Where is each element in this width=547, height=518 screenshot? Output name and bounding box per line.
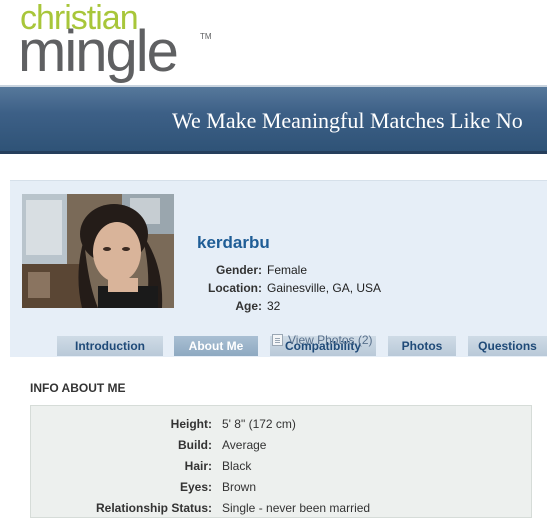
fact-value: Female — [267, 263, 308, 277]
tab-introduction[interactable]: Introduction — [57, 336, 163, 356]
info-label: Relationship Status: — [95, 501, 212, 515]
profile-facts: Gender: Female Location: Gainesville, GA… — [180, 261, 381, 315]
info-label: Height: — [170, 417, 212, 431]
info-about-me-panel: Height: 5' 8" (172 cm) Build: Average Ha… — [30, 405, 532, 518]
tab-questions[interactable]: Questions — [468, 336, 547, 356]
document-icon — [272, 334, 283, 346]
profile-photo-image — [22, 194, 174, 308]
info-label: Build: — [178, 438, 212, 452]
view-photos-label: View Photos (2) — [288, 333, 373, 347]
site-logo[interactable]: christian mingle TM — [18, 0, 240, 84]
fact-label: Gender: — [215, 263, 262, 277]
header-banner: We Make Meaningful Matches Like No — [0, 85, 547, 154]
view-photos-link[interactable]: View Photos (2) — [272, 333, 373, 347]
info-value: Single - never been married — [222, 501, 371, 515]
info-row-eyes: Eyes: Brown — [31, 477, 531, 498]
info-value: 5' 8" (172 cm) — [222, 417, 296, 431]
logo-wordmark-bottom: mingle — [18, 19, 179, 84]
fact-label: Location: — [208, 281, 262, 295]
info-label: Eyes: — [179, 480, 212, 494]
fact-gender: Gender: Female — [180, 261, 381, 279]
tab-photos[interactable]: Photos — [388, 336, 456, 356]
banner-tagline: We Make Meaningful Matches Like No — [172, 108, 523, 133]
fact-value: 32 — [267, 299, 281, 313]
info-value: Average — [222, 438, 267, 452]
info-value: Black — [222, 459, 252, 473]
section-title: INFO ABOUT ME — [30, 381, 126, 395]
profile-username[interactable]: kerdarbu — [197, 233, 270, 253]
info-row-build: Build: Average — [31, 435, 531, 456]
info-row-hair: Hair: Black — [31, 456, 531, 477]
trademark-mark: TM — [200, 32, 212, 41]
fact-location: Location: Gainesville, GA, USA — [180, 279, 381, 297]
profile-photo[interactable] — [22, 194, 174, 308]
tab-about-me[interactable]: About Me — [174, 336, 258, 356]
fact-value: Gainesville, GA, USA — [267, 281, 382, 295]
fact-label: Age: — [235, 299, 262, 313]
info-row-height: Height: 5' 8" (172 cm) — [31, 414, 531, 435]
info-row-relationship-status: Relationship Status: Single - never been… — [31, 498, 531, 518]
fact-age: Age: 32 — [180, 297, 381, 315]
info-value: Brown — [222, 480, 257, 494]
info-label: Hair: — [184, 459, 212, 473]
profile-card: kerdarbu Gender: Female Location: Gaines… — [10, 180, 547, 357]
